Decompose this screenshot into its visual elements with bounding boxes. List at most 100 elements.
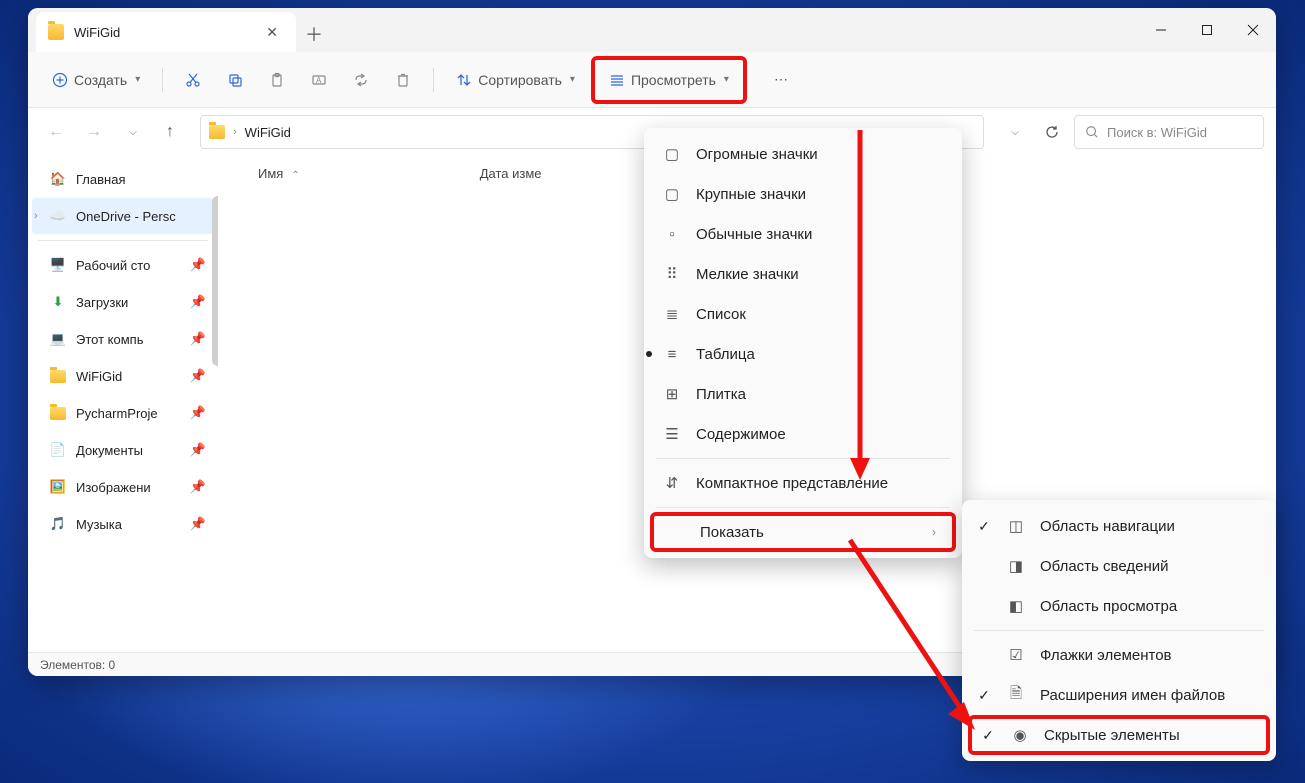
new-label: Создать <box>74 72 127 88</box>
chevron-down-icon: ▾ <box>135 74 140 85</box>
rename-button[interactable]: A <box>301 62 337 98</box>
show-menu: ✓◫Область навигации ◨Область сведений ◧О… <box>962 500 1276 761</box>
tab-title: WiFiGid <box>74 25 260 40</box>
file-icon: 🗎 <box>1006 683 1026 708</box>
grid-icon: ▢ <box>662 185 682 203</box>
details-icon: ≡ <box>662 346 682 363</box>
list-icon: ≣ <box>662 305 682 323</box>
view-content[interactable]: ☰Содержимое <box>650 414 956 454</box>
show-extensions[interactable]: ✓🗎Расширения имен файлов <box>968 675 1270 715</box>
sidebar-home[interactable]: 🏠 Главная <box>32 161 214 197</box>
cloud-icon: ☁️ <box>50 208 66 224</box>
breadcrumb[interactable]: WiFiGid <box>245 125 291 140</box>
pin-icon: 📌 <box>190 368 206 384</box>
view-label: Просмотреть <box>631 72 716 88</box>
paste-button[interactable] <box>259 62 295 98</box>
view-small[interactable]: ⠿Мелкие значки <box>650 254 956 294</box>
eye-icon: ◉ <box>1010 726 1030 744</box>
pin-icon: 📌 <box>190 257 206 273</box>
show-checkboxes[interactable]: ☑Флажки элементов <box>968 635 1270 675</box>
pin-icon: 📌 <box>190 516 206 532</box>
document-icon: 📄 <box>50 442 66 458</box>
chevron-down-icon: ▾ <box>570 74 575 85</box>
folder-icon <box>50 407 66 420</box>
copy-button[interactable] <box>217 62 253 98</box>
sidebar-item-desktop[interactable]: 🖥️Рабочий сто📌 <box>32 247 214 283</box>
home-icon: 🏠 <box>50 171 66 187</box>
view-list[interactable]: ≣Список <box>650 294 956 334</box>
check-icon: ✓ <box>980 727 996 744</box>
cut-button[interactable] <box>175 62 211 98</box>
nav-up[interactable]: ↑ <box>154 116 186 148</box>
sort-button[interactable]: Сортировать ▾ <box>446 62 585 98</box>
minimize-button[interactable] <box>1138 8 1184 52</box>
share-button[interactable] <box>343 62 379 98</box>
nav-back[interactable]: ← <box>40 116 72 148</box>
breadcrumb-sep: › <box>233 126 237 138</box>
sidebar-item-pycharm[interactable]: PycharmProje📌 <box>32 395 214 431</box>
delete-button[interactable] <box>385 62 421 98</box>
view-medium[interactable]: ▫Обычные значки <box>650 214 956 254</box>
svg-text:A: A <box>316 76 322 85</box>
sidebar-item-music[interactable]: 🎵Музыка📌 <box>32 506 214 542</box>
window-controls <box>1138 8 1276 52</box>
nav-recent[interactable]: ⌵ <box>116 116 148 148</box>
refresh-button[interactable] <box>1036 116 1068 148</box>
sidebar-onedrive[interactable]: › ☁️ OneDrive - Persc <box>32 198 214 234</box>
pane-icon: ◨ <box>1006 557 1026 575</box>
more-button[interactable]: ⋯ <box>763 62 799 98</box>
show-preview-pane[interactable]: ◧Область просмотра <box>968 586 1270 626</box>
folder-icon <box>48 24 64 40</box>
view-details[interactable]: ≡Таблица <box>650 334 956 374</box>
show-nav-pane[interactable]: ✓◫Область навигации <box>968 506 1270 546</box>
col-date[interactable]: Дата изме <box>480 166 542 181</box>
titlebar: WiFiGid ✕ ＋ <box>28 8 1276 52</box>
show-details-pane[interactable]: ◨Область сведений <box>968 546 1270 586</box>
status-text: Элементов: 0 <box>40 658 115 672</box>
chevron-down-icon: ▾ <box>724 74 729 85</box>
selected-dot <box>646 351 652 357</box>
pin-icon: 📌 <box>190 331 206 347</box>
pane-icon: ◫ <box>1006 517 1026 535</box>
show-hidden-items[interactable]: ✓◉Скрытые элементы <box>968 715 1270 755</box>
sort-label: Сортировать <box>478 72 562 88</box>
pin-icon: 📌 <box>190 442 206 458</box>
nav-forward[interactable]: → <box>78 116 110 148</box>
view-show-submenu[interactable]: Показать› <box>650 512 956 552</box>
grid-icon: ⠿ <box>662 265 682 283</box>
image-icon: 🖼️ <box>50 479 66 495</box>
check-icon: ✓ <box>976 687 992 704</box>
desktop-icon: 🖥️ <box>50 257 66 273</box>
col-name[interactable]: Имя⌃ <box>258 166 300 181</box>
view-button[interactable]: Просмотреть ▾ <box>599 62 739 98</box>
view-compact[interactable]: ⇵Компактное представление <box>650 463 956 503</box>
pane-icon: ◧ <box>1006 597 1026 615</box>
view-menu: ▢Огромные значки ▢Крупные значки ▫Обычны… <box>644 128 962 558</box>
sidebar-item-pictures[interactable]: 🖼️Изображени📌 <box>32 469 214 505</box>
check-icon: ✓ <box>976 518 992 535</box>
view-tiles[interactable]: ⊞Плитка <box>650 374 956 414</box>
view-large[interactable]: ▢Крупные значки <box>650 174 956 214</box>
pc-icon: 💻 <box>50 331 66 347</box>
sort-asc-icon: ⌃ <box>291 170 299 181</box>
music-icon: 🎵 <box>50 516 66 532</box>
folder-icon <box>50 370 66 383</box>
new-tab-button[interactable]: ＋ <box>296 16 332 52</box>
grid-icon: ▫ <box>662 226 682 243</box>
pin-icon: 📌 <box>190 294 206 310</box>
sidebar-item-wifigid[interactable]: WiFiGid📌 <box>32 358 214 394</box>
search-placeholder: Поиск в: WiFiGid <box>1107 125 1207 140</box>
checkbox-icon: ☑ <box>1006 646 1026 664</box>
close-button[interactable] <box>1230 8 1276 52</box>
tab-current[interactable]: WiFiGid ✕ <box>36 12 296 52</box>
view-extra-large[interactable]: ▢Огромные значки <box>650 134 956 174</box>
maximize-button[interactable] <box>1184 8 1230 52</box>
new-button[interactable]: Создать ▾ <box>42 62 150 98</box>
addr-dropdown[interactable]: ⌵ <box>998 116 1030 148</box>
sidebar-item-documents[interactable]: 📄Документы📌 <box>32 432 214 468</box>
search-input[interactable]: Поиск в: WiFiGid <box>1074 115 1264 149</box>
sidebar-item-downloads[interactable]: ⬇Загрузки📌 <box>32 284 214 320</box>
view-button-highlight: Просмотреть ▾ <box>591 56 747 104</box>
tab-close[interactable]: ✕ <box>260 22 284 43</box>
sidebar-item-thispc[interactable]: 💻Этот компь📌 <box>32 321 214 357</box>
